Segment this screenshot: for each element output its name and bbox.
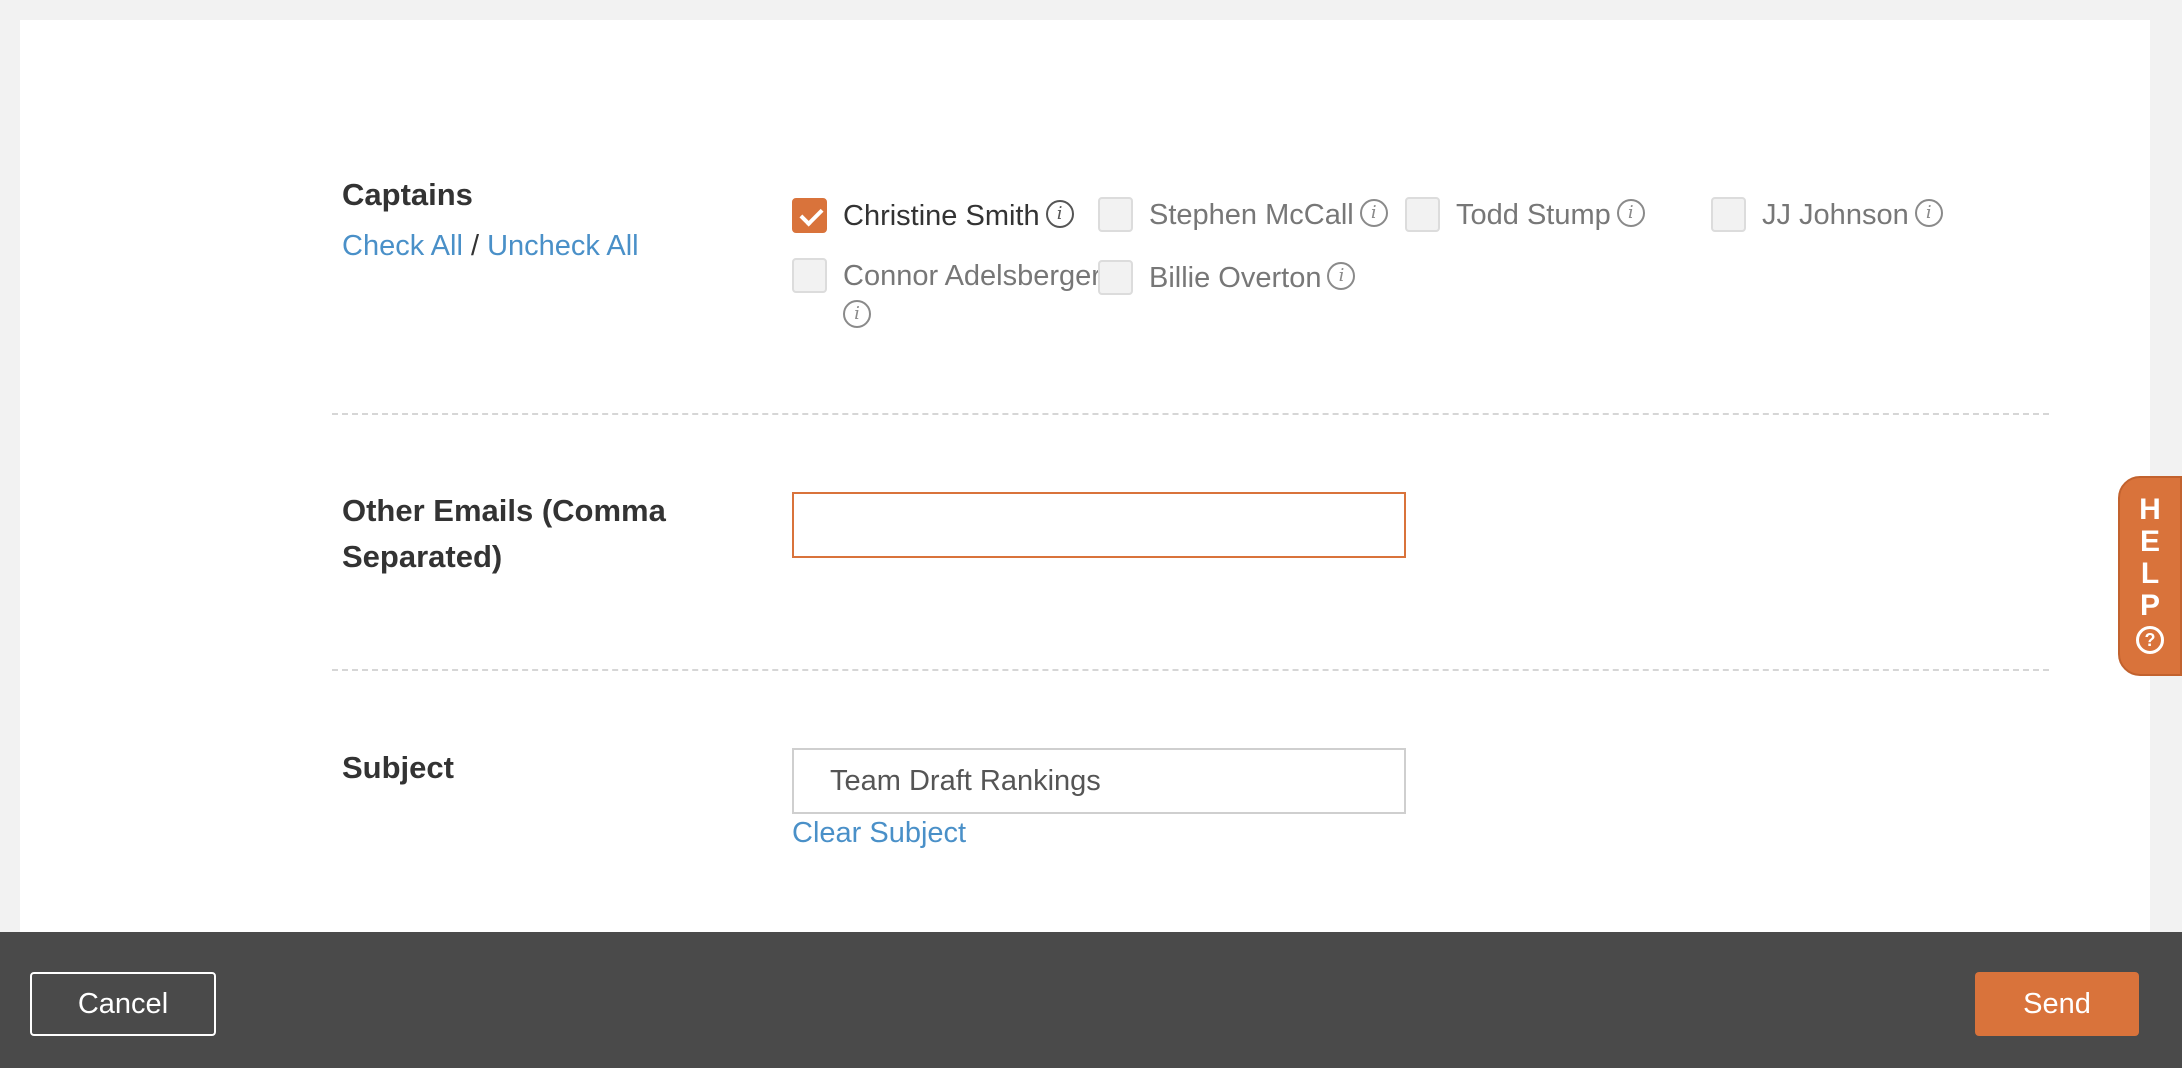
email-form-card: Captains Check All / Uncheck All Christi…: [20, 20, 2150, 932]
checkbox-icon[interactable]: [1405, 197, 1440, 232]
check-links: Check All / Uncheck All: [342, 230, 639, 263]
captain-name: JJ Johnson: [1762, 199, 1909, 231]
captain-checkbox-connor-adelsberger[interactable]: Connor Adelsberger i: [792, 258, 1113, 336]
send-button[interactable]: Send: [1975, 972, 2139, 1036]
question-circle-icon: ?: [2136, 626, 2164, 654]
info-icon[interactable]: i: [1616, 199, 1645, 228]
clear-subject-wrapper: Clear Subject: [792, 817, 966, 850]
section-divider: [332, 413, 2049, 415]
checkbox-icon[interactable]: [1711, 197, 1746, 232]
captain-checkbox-billie-overton[interactable]: Billie Overton i: [1098, 258, 1356, 298]
captains-label: Captains: [342, 177, 473, 212]
checkbox-icon[interactable]: [792, 258, 827, 293]
other-emails-label-line2: Separated): [342, 539, 503, 574]
section-divider: [332, 669, 2049, 671]
captain-name: Connor Adelsberger: [843, 260, 1101, 292]
captain-checkbox-jj-johnson[interactable]: JJ Johnson i: [1711, 197, 1943, 235]
captain-label: Connor Adelsberger i: [843, 256, 1113, 336]
help-letter-h: H: [2139, 493, 2161, 526]
captain-label: JJ Johnson i: [1762, 195, 1943, 235]
captain-label: Billie Overton i: [1149, 258, 1356, 298]
captain-name: Todd Stump: [1456, 199, 1611, 231]
subject-input[interactable]: [792, 748, 1406, 814]
other-emails-label-line1: Other Emails (Comma: [342, 493, 666, 528]
help-letter-p: P: [2139, 589, 2160, 622]
check-links-separator: /: [470, 230, 480, 262]
info-icon[interactable]: i: [1327, 262, 1356, 291]
captain-label: Todd Stump i: [1456, 195, 1645, 235]
clear-subject-link[interactable]: Clear Subject: [792, 817, 966, 849]
info-icon[interactable]: i: [1359, 199, 1388, 228]
help-tab[interactable]: H E L P ?: [2118, 476, 2182, 676]
captain-name: Stephen McCall: [1149, 199, 1354, 231]
captain-name: Christine Smith: [843, 200, 1040, 232]
info-icon[interactable]: i: [1045, 200, 1074, 229]
captain-name: Billie Overton: [1149, 262, 1322, 294]
help-letter-e: E: [2139, 525, 2160, 558]
captain-label: Stephen McCall i: [1149, 195, 1388, 235]
captain-label: Christine Smith i: [843, 196, 1074, 236]
checkbox-icon[interactable]: [1098, 260, 1133, 295]
check-all-link[interactable]: Check All: [342, 230, 463, 262]
uncheck-all-link[interactable]: Uncheck All: [487, 230, 639, 262]
footer-bar: Cancel Send: [0, 932, 2182, 1068]
other-emails-label: Other Emails (Comma Separated): [342, 488, 666, 580]
captain-checkbox-todd-stump[interactable]: Todd Stump i: [1405, 197, 1645, 235]
cancel-button[interactable]: Cancel: [30, 972, 216, 1036]
checkbox-checked-icon[interactable]: [792, 198, 827, 233]
captain-checkbox-christine-smith[interactable]: Christine Smith i: [792, 198, 1074, 236]
captain-checkbox-stephen-mccall[interactable]: Stephen McCall i: [1098, 197, 1388, 235]
subject-label: Subject: [342, 750, 454, 785]
checkbox-icon[interactable]: [1098, 197, 1133, 232]
other-emails-input[interactable]: [792, 492, 1406, 558]
info-icon[interactable]: i: [1914, 199, 1943, 228]
help-letter-l: L: [2140, 557, 2160, 590]
info-icon[interactable]: i: [843, 300, 871, 329]
